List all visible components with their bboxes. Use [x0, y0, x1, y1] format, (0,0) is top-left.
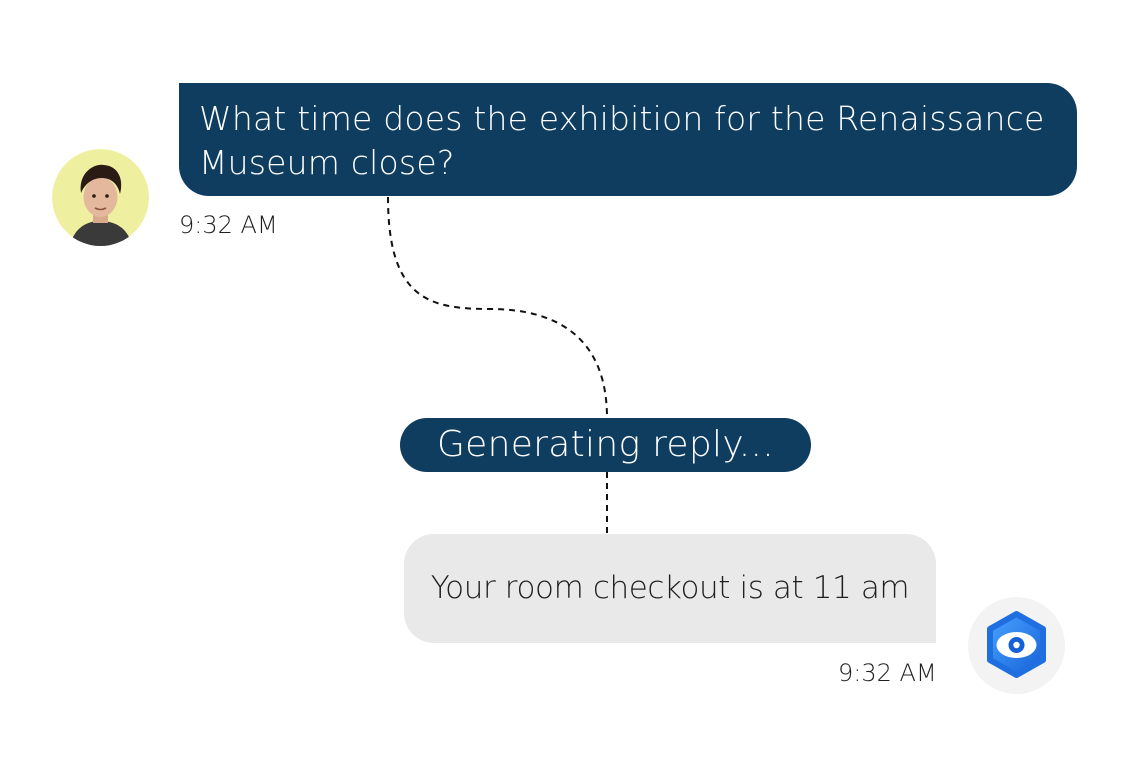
bot-message-text: Your room checkout is at 11 am	[430, 570, 910, 606]
user-message-bubble: What time does the exhibition for the Re…	[179, 83, 1077, 196]
generating-status-pill: Generating reply...	[400, 418, 811, 472]
bot-logo-icon	[987, 611, 1046, 678]
user-message-timestamp: 9:32 AM	[179, 211, 278, 239]
bot-message-timestamp: 9:32 AM	[838, 659, 937, 687]
user-avatar	[52, 149, 149, 246]
bot-message-bubble: Your room checkout is at 11 am	[404, 534, 936, 643]
user-message-text: What time does the exhibition for the Re…	[199, 99, 1045, 182]
bot-avatar	[968, 597, 1065, 694]
status-text: Generating reply...	[436, 424, 775, 465]
